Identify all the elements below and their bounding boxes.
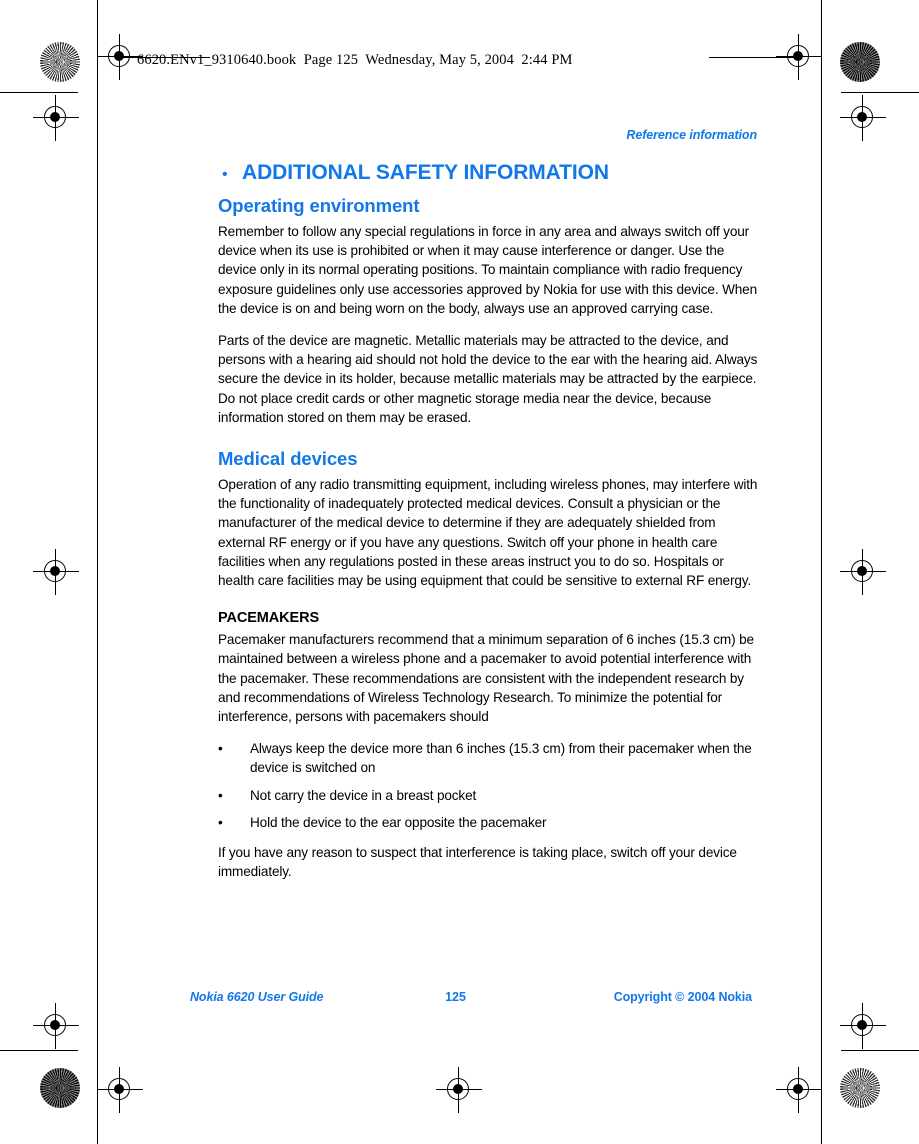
- section-heading-medical-devices: Medical devices: [218, 448, 358, 470]
- chapter-heading-row: • ADDITIONAL SAFETY INFORMATION: [218, 160, 758, 188]
- page-footer: Nokia 6620 User Guide 125 Copyright © 20…: [190, 990, 752, 1004]
- pacemakers-bullet-list: • Always keep the device more than 6 inc…: [218, 739, 758, 832]
- list-item: • Not carry the device in a breast pocke…: [218, 786, 758, 805]
- chapter-bullet-icon: •: [222, 166, 228, 183]
- document-page: Reference information • ADDITIONAL SAFET…: [0, 0, 919, 1144]
- list-bullet-icon: •: [218, 814, 223, 830]
- list-item: • Hold the device to the ear opposite th…: [218, 813, 758, 832]
- list-bullet-icon: •: [218, 787, 223, 803]
- subsection-heading-pacemakers: PACEMAKERS: [218, 610, 320, 627]
- footer-guide-title: Nokia 6620 User Guide: [190, 990, 324, 1004]
- paragraph-medical-devices-1: Operation of any radio transmitting equi…: [218, 477, 758, 589]
- paragraph-operating-environment-1: Remember to follow any special regulatio…: [218, 224, 758, 316]
- list-item: • Always keep the device more than 6 inc…: [218, 739, 758, 777]
- page-content: • ADDITIONAL SAFETY INFORMATION Operatin…: [218, 160, 758, 894]
- paragraph-pacemakers-intro: Pacemaker manufacturers recommend that a…: [218, 632, 754, 725]
- running-head: Reference information: [626, 128, 757, 142]
- list-item-text: Not carry the device in a breast pocket: [250, 787, 477, 803]
- paragraph-pacemakers-closing: If you have any reason to suspect that i…: [218, 845, 737, 880]
- paragraph-operating-environment-2: Parts of the device are magnetic. Metall…: [218, 333, 758, 425]
- footer-page-number: 125: [445, 990, 466, 1004]
- list-bullet-icon: •: [218, 741, 223, 757]
- section-heading-operating-environment: Operating environment: [218, 195, 420, 216]
- chapter-title: ADDITIONAL SAFETY INFORMATION: [242, 161, 609, 184]
- footer-copyright: Copyright © 2004 Nokia: [613, 990, 752, 1004]
- list-item-text: Always keep the device more than 6 inche…: [250, 741, 752, 776]
- list-item-text: Hold the device to the ear opposite the …: [250, 814, 547, 830]
